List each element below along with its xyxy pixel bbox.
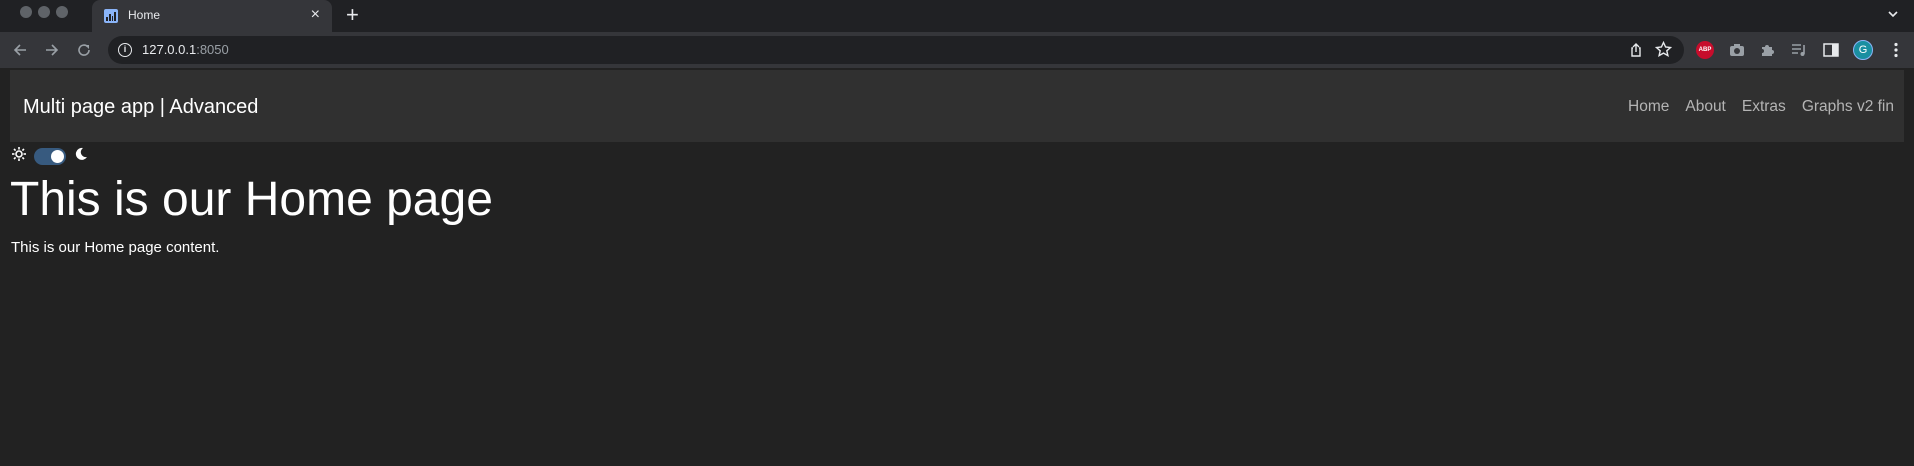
tab-title: Home <box>128 8 161 22</box>
theme-toggle <box>12 147 88 166</box>
reload-icon[interactable] <box>74 40 94 60</box>
page-title: This is our Home page <box>10 173 493 226</box>
page-content-text: This is our Home page content. <box>11 239 220 256</box>
app-navbar: Multi page app | Advanced Home About Ext… <box>10 70 1904 142</box>
profile-avatar[interactable]: G <box>1853 40 1873 60</box>
camera-icon[interactable] <box>1727 40 1747 60</box>
reading-list-icon[interactable] <box>1789 40 1809 60</box>
bar-chart-icon <box>104 9 118 23</box>
theme-switch[interactable] <box>34 148 66 165</box>
moon-icon <box>74 147 88 166</box>
window-minimize-button[interactable] <box>38 6 50 18</box>
new-tab-button[interactable]: + <box>346 3 359 27</box>
puzzle-extensions-icon[interactable] <box>1757 40 1777 60</box>
address-bar[interactable]: i 127.0.0.1:8050 <box>108 36 1684 64</box>
browser-tabstrip: Home × + <box>0 0 1914 32</box>
bookmark-star-icon[interactable] <box>1654 40 1673 63</box>
adblock-extension-icon[interactable]: ABP <box>1695 40 1715 60</box>
side-panel-icon[interactable] <box>1821 40 1841 60</box>
forward-arrow-icon[interactable] <box>42 40 62 60</box>
kebab-menu-icon[interactable] <box>1886 40 1906 60</box>
site-info-icon[interactable]: i <box>118 43 132 57</box>
page-viewport: Multi page app | Advanced Home About Ext… <box>0 68 1914 466</box>
back-arrow-icon[interactable] <box>10 40 30 60</box>
share-icon[interactable] <box>1628 42 1644 63</box>
browser-toolbar: i 127.0.0.1:8050 ABP G <box>0 32 1914 68</box>
window-maximize-button[interactable] <box>56 6 68 18</box>
sun-icon <box>12 147 26 166</box>
nav-link-extras[interactable]: Extras <box>1742 98 1786 116</box>
close-icon[interactable]: × <box>311 6 320 24</box>
browser-tab-active[interactable]: Home × <box>92 0 332 32</box>
nav-link-graphs-v2-fin[interactable]: Graphs v2 fin <box>1802 98 1894 116</box>
nav-link-home[interactable]: Home <box>1628 98 1669 116</box>
url-text: 127.0.0.1:8050 <box>142 42 229 57</box>
navbar-brand[interactable]: Multi page app | Advanced <box>23 96 258 119</box>
nav-link-about[interactable]: About <box>1685 98 1726 116</box>
chevron-down-icon[interactable] <box>1886 7 1900 26</box>
navbar-links: Home About Extras Graphs v2 fin <box>1628 98 1894 116</box>
window-close-button[interactable] <box>20 6 32 18</box>
